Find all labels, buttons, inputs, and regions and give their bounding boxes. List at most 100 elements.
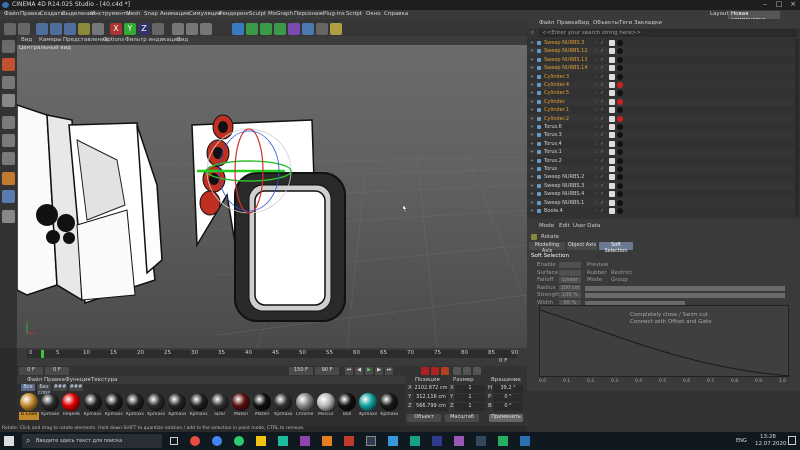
mat-menu-edit[interactable]: Правка	[44, 377, 65, 383]
tag-icon[interactable]	[609, 90, 615, 97]
mat-menu-texture[interactable]: Текстура	[91, 377, 117, 383]
coord-system-icon[interactable]	[152, 23, 164, 35]
maximize-button[interactable]: □	[772, 0, 786, 10]
material-tag-icon[interactable]	[617, 166, 623, 172]
taskbar-app-5-icon[interactable]	[278, 436, 288, 446]
coord-position-field[interactable]: 566.799 cm	[414, 403, 448, 411]
coord-size-mode-select[interactable]: Масштаб	[445, 414, 479, 422]
visibility-dots-icon[interactable]: :	[595, 165, 597, 173]
enabled-check-icon[interactable]: ✓	[600, 165, 604, 173]
coord-size-field[interactable]: 1	[455, 385, 485, 393]
notification-icon[interactable]	[788, 436, 796, 445]
enabled-check-icon[interactable]: ✓	[600, 207, 604, 215]
visibility-dots-icon[interactable]: :	[595, 98, 597, 106]
menu-plugins[interactable]: Plug-ins	[323, 11, 345, 17]
render-view-icon[interactable]	[172, 23, 184, 35]
tag-icon[interactable]	[609, 56, 615, 63]
material-tag-icon[interactable]	[617, 107, 623, 114]
object-name[interactable]: Cylinder.2	[544, 115, 569, 123]
object-name[interactable]: Sweep NURBS.13	[544, 56, 588, 64]
material-tag-icon[interactable]	[617, 174, 623, 181]
language-indicator[interactable]: ENG	[736, 438, 747, 444]
taskbar-app-16-icon[interactable]	[520, 436, 530, 446]
y-axis-icon[interactable]: Y	[124, 23, 136, 35]
material-swatch[interactable]: Kpmaxo	[40, 392, 60, 422]
tag-icon[interactable]	[609, 208, 615, 214]
material-swatch[interactable]: Mercur	[316, 392, 336, 422]
object-name[interactable]: Boole.4	[544, 207, 563, 215]
menu-sculpt[interactable]: Sculpt	[249, 11, 266, 17]
deformer-icon[interactable]	[288, 23, 300, 35]
keyframe-selection-button[interactable]	[441, 367, 449, 375]
expand-icon[interactable]: +	[530, 81, 534, 89]
end-frame-field[interactable]: 150 F	[289, 367, 313, 375]
menu-script[interactable]: Script	[346, 11, 362, 17]
material-swatch[interactable]: Ll.Ceoh	[19, 392, 39, 422]
material-tag-icon[interactable]	[617, 124, 623, 130]
taskbar-app-3-icon[interactable]	[234, 436, 244, 446]
enabled-check-icon[interactable]: ✓	[600, 56, 604, 64]
coord-rotation-field[interactable]: 0 °	[493, 394, 523, 402]
visibility-dots-icon[interactable]: :	[595, 157, 597, 165]
object-name[interactable]: Cylinder.1	[544, 106, 569, 114]
material-tag-icon[interactable]	[617, 140, 623, 147]
pen-icon[interactable]	[246, 23, 258, 35]
goto-end-button[interactable]: ⏭	[385, 367, 393, 375]
material-tag-icon[interactable]	[617, 208, 623, 214]
polygons-mode-icon[interactable]	[2, 152, 15, 165]
material-tag-icon[interactable]	[617, 132, 623, 139]
menu-simulation[interactable]: Симуляция	[189, 11, 221, 17]
key-scale-button[interactable]	[473, 367, 481, 375]
tag-icon[interactable]	[609, 191, 615, 198]
material-swatch[interactable]: Materi	[252, 392, 272, 422]
menu-file[interactable]: Файл	[4, 11, 19, 17]
enabled-check-icon[interactable]: ✓	[600, 89, 604, 97]
object-name[interactable]: Torus.4	[544, 140, 562, 148]
object-name[interactable]: Cylinder	[544, 98, 565, 106]
next-frame-button[interactable]: ▶	[375, 367, 383, 375]
expand-icon[interactable]: +	[530, 157, 534, 165]
am-menu-edit[interactable]: Edit	[559, 223, 570, 229]
taskbar-app-7-icon[interactable]	[322, 436, 332, 446]
visibility-dots-icon[interactable]: :	[595, 56, 597, 64]
om-menu-objects[interactable]: Объекты	[593, 20, 619, 26]
object-row[interactable]: + Sweep NURBS.14: ✓	[527, 64, 797, 73]
tag-icon[interactable]	[609, 115, 615, 122]
object-row[interactable]: + Torus: ✓	[527, 165, 797, 173]
tag-icon[interactable]	[609, 65, 615, 72]
om-menu-bookmarks[interactable]: Закладки	[634, 20, 662, 26]
om-menu-tags[interactable]: Теги	[619, 20, 632, 26]
material-swatch[interactable]: Kpmaxs	[146, 392, 166, 422]
material-tag-icon[interactable]	[617, 90, 623, 97]
camera-icon[interactable]	[316, 23, 328, 35]
material-swatch[interactable]: Kpmaxs	[83, 392, 103, 422]
object-name[interactable]: Torus.2	[544, 157, 562, 165]
material-swatch[interactable]: Ball	[337, 392, 357, 422]
visibility-dots-icon[interactable]: :	[595, 131, 597, 139]
visibility-dots-icon[interactable]: :	[595, 140, 597, 148]
material-tag-icon[interactable]	[617, 199, 623, 206]
expand-icon[interactable]: +	[530, 115, 534, 123]
attr-extra-value[interactable]: Restrict	[611, 270, 632, 276]
taskbar-app-14-icon[interactable]	[476, 436, 486, 446]
expand-icon[interactable]: +	[530, 182, 534, 190]
object-row[interactable]: + Sweep NURBS.2: ✓	[527, 173, 797, 182]
tag-icon[interactable]	[609, 73, 615, 80]
om-menu-file[interactable]: Файл	[539, 20, 554, 26]
light-icon[interactable]	[330, 23, 342, 35]
visibility-dots-icon[interactable]: :	[595, 190, 597, 198]
task-view-icon[interactable]	[170, 437, 178, 445]
expand-icon[interactable]: +	[530, 39, 534, 47]
object-name[interactable]: Torus.1	[544, 148, 562, 156]
menu-tools[interactable]: Инструменты	[91, 11, 130, 17]
tag-icon[interactable]	[609, 124, 615, 130]
menu-character[interactable]: Персонаж	[294, 11, 323, 17]
expand-icon[interactable]: +	[530, 64, 534, 72]
menu-render[interactable]: Рендеринг	[219, 11, 250, 17]
taskbar-app-2-icon[interactable]	[212, 436, 222, 446]
coord-size-field[interactable]: 1	[455, 394, 485, 402]
expand-icon[interactable]: +	[530, 73, 534, 81]
rotate-icon[interactable]	[78, 23, 90, 35]
object-row[interactable]: + Cylinder.4: ✓	[527, 81, 797, 89]
tag-icon[interactable]	[609, 82, 615, 88]
